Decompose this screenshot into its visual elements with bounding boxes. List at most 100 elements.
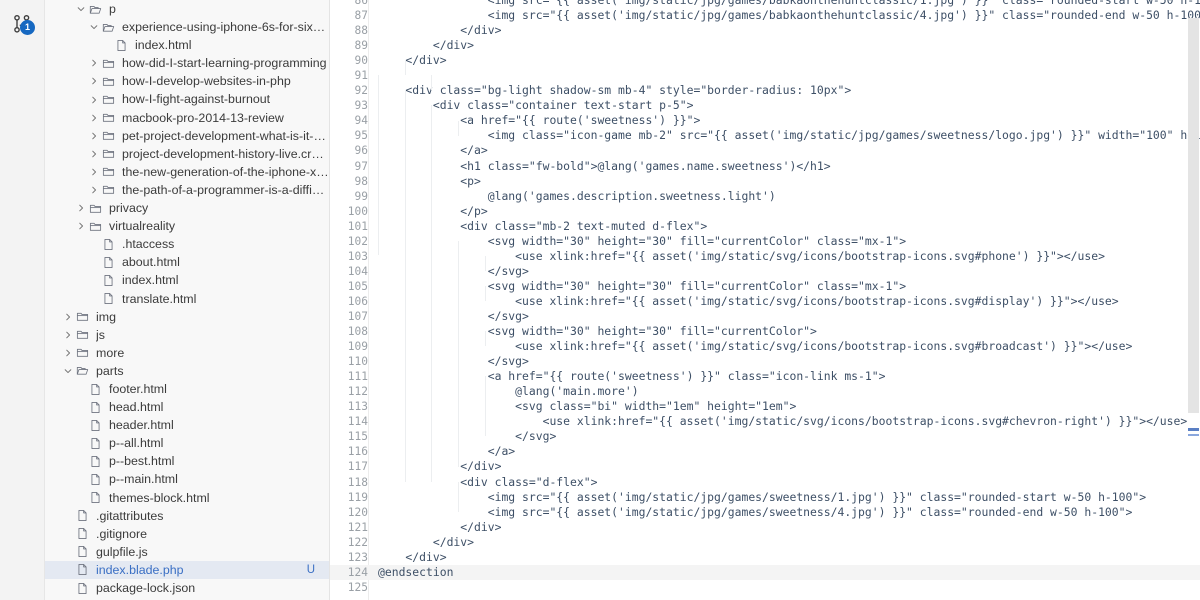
file-tree-item[interactable]: .htaccess: [45, 235, 329, 253]
code-line[interactable]: 113 <svg class="bi" width="1em" height="…: [330, 399, 1200, 414]
folder-icon: [74, 310, 91, 323]
code-line[interactable]: 120 <img src="{{ asset('img/static/jpg/g…: [330, 505, 1200, 520]
file-tree-item[interactable]: head.html: [45, 398, 329, 416]
code-line[interactable]: 102 <svg width="30" height="30" fill="cu…: [330, 234, 1200, 249]
code-line[interactable]: 99 @lang('games.description.sweetness.li…: [330, 189, 1200, 204]
chevron-down-icon[interactable]: [61, 366, 74, 376]
file-tree-item[interactable]: themes-block.html: [45, 489, 329, 507]
code-line[interactable]: 117 </div>: [330, 459, 1200, 474]
code-line[interactable]: 91: [330, 68, 1200, 83]
file-tree-item[interactable]: img: [45, 308, 329, 326]
explorer-sidebar[interactable]: p experience-using-iphone-6s-for-six-mo..…: [45, 0, 330, 600]
file-tree-item[interactable]: privacy: [45, 199, 329, 217]
file-tree-item[interactable]: package-lock.json: [45, 579, 329, 597]
file-tree-item[interactable]: pet-project-development-what-is-it-and..…: [45, 127, 329, 145]
code-line[interactable]: 108 <svg width="30" height="30" fill="cu…: [330, 324, 1200, 339]
chevron-right-icon[interactable]: [87, 95, 100, 105]
code-line[interactable]: 103 <use xlink:href="{{ asset('img/stati…: [330, 249, 1200, 264]
code-line[interactable]: 100 </p>: [330, 204, 1200, 219]
file-tree-item[interactable]: how-I-develop-websites-in-php: [45, 72, 329, 90]
file-tree-item[interactable]: how-I-fight-against-burnout: [45, 90, 329, 108]
chevron-right-icon[interactable]: [87, 185, 100, 195]
code-line[interactable]: 112 @lang('main.more'): [330, 384, 1200, 399]
code-line[interactable]: 116 </a>: [330, 444, 1200, 459]
file-tree[interactable]: p experience-using-iphone-6s-for-six-mo..…: [45, 0, 329, 597]
code-line[interactable]: 119 <img src="{{ asset('img/static/jpg/g…: [330, 490, 1200, 505]
file-tree-item[interactable]: parts: [45, 362, 329, 380]
code-content[interactable]: 86 <img src="{{ asset('img/static/jpg/ga…: [330, 0, 1200, 600]
code-line[interactable]: 105 <svg width="30" height="30" fill="cu…: [330, 279, 1200, 294]
chevron-right-icon[interactable]: [87, 149, 100, 159]
chevron-right-icon[interactable]: [74, 221, 87, 231]
code-line[interactable]: 111 <a href="{{ route('sweetness') }}" c…: [330, 369, 1200, 384]
code-line[interactable]: 98 <p>: [330, 174, 1200, 189]
code-line-text: @lang('main.more'): [378, 384, 639, 399]
file-tree-item[interactable]: the-path-of-a-programmer-is-a-difficult.…: [45, 181, 329, 199]
file-tree-item[interactable]: experience-using-iphone-6s-for-six-mo...: [45, 18, 329, 36]
file-tree-item[interactable]: .gitignore: [45, 525, 329, 543]
file-tree-item[interactable]: footer.html: [45, 380, 329, 398]
code-line[interactable]: 97 <h1 class="fw-bold">@lang('games.name…: [330, 159, 1200, 174]
file-tree-item[interactable]: p--all.html: [45, 434, 329, 452]
code-line[interactable]: 114 <use xlink:href="{{ asset('img/stati…: [330, 414, 1200, 429]
code-line[interactable]: 109 <use xlink:href="{{ asset('img/stati…: [330, 339, 1200, 354]
chevron-right-icon[interactable]: [87, 76, 100, 86]
editor-vertical-scrollbar[interactable]: [1186, 0, 1200, 600]
file-tree-item[interactable]: macbook-pro-2014-13-review: [45, 109, 329, 127]
chevron-down-icon[interactable]: [74, 4, 87, 14]
code-line[interactable]: 92 <div class="bg-light shadow-sm mb-4" …: [330, 83, 1200, 98]
file-tree-item[interactable]: project-development-history-live.creago.…: [45, 145, 329, 163]
code-line-text: <div class="d-flex">: [378, 474, 598, 489]
file-tree-item[interactable]: p--best.html: [45, 452, 329, 470]
file-tree-item[interactable]: js: [45, 326, 329, 344]
chevron-right-icon[interactable]: [87, 113, 100, 123]
file-tree-item[interactable]: more: [45, 344, 329, 362]
file-tree-item[interactable]: header.html: [45, 416, 329, 434]
code-line[interactable]: 125: [330, 580, 1200, 595]
file-tree-item[interactable]: p: [45, 0, 329, 18]
code-line[interactable]: 121 </div>: [330, 520, 1200, 535]
code-line[interactable]: 123 </div>: [330, 550, 1200, 565]
code-line[interactable]: 94 <a href="{{ route('sweetness') }}">: [330, 113, 1200, 128]
file-tree-item[interactable]: .gitattributes: [45, 507, 329, 525]
chevron-down-icon[interactable]: [87, 22, 100, 32]
file-tree-item[interactable]: virtualreality: [45, 217, 329, 235]
code-line[interactable]: 115 </svg>: [330, 429, 1200, 444]
code-line[interactable]: 124 @endsection: [330, 564, 1200, 580]
code-line[interactable]: 101 <div class="mb-2 text-muted d-flex">: [330, 219, 1200, 234]
code-line[interactable]: 90 </div>: [330, 53, 1200, 68]
chevron-right-icon[interactable]: [61, 330, 74, 340]
file-tree-item[interactable]: translate.html: [45, 290, 329, 308]
code-line[interactable]: 86 <img src="{{ asset('img/static/jpg/ga…: [330, 0, 1200, 8]
chevron-right-icon[interactable]: [87, 58, 100, 68]
scrollbar-thumb[interactable]: [1188, 18, 1199, 413]
code-line[interactable]: 87 <img src="{{ asset('img/static/jpg/ga…: [330, 8, 1200, 23]
chevron-right-icon[interactable]: [87, 167, 100, 177]
code-line[interactable]: 104 </svg>: [330, 264, 1200, 279]
code-line[interactable]: 95 <img class="icon-game mb-2" src="{{ a…: [330, 128, 1200, 143]
code-line[interactable]: 88 </div>: [330, 23, 1200, 38]
code-line[interactable]: 110 </svg>: [330, 354, 1200, 369]
file-tree-item-selected[interactable]: index.blade.php U: [45, 560, 329, 579]
file-tree-item[interactable]: p--main.html: [45, 470, 329, 488]
code-line[interactable]: 93 <div class="container text-start p-5"…: [330, 98, 1200, 113]
code-editor[interactable]: 86 <img src="{{ asset('img/static/jpg/ga…: [330, 0, 1200, 600]
code-line[interactable]: 107 </svg>: [330, 309, 1200, 324]
code-line[interactable]: 118 <div class="d-flex">: [330, 475, 1200, 490]
file-tree-item[interactable]: about.html: [45, 253, 329, 271]
file-tree-item[interactable]: index.html: [45, 271, 329, 289]
file-icon: [87, 419, 104, 432]
code-line[interactable]: 89 </div>: [330, 38, 1200, 53]
chevron-right-icon[interactable]: [61, 348, 74, 358]
chevron-right-icon[interactable]: [87, 131, 100, 141]
code-line[interactable]: 122 </div>: [330, 535, 1200, 550]
chevron-right-icon[interactable]: [74, 203, 87, 213]
chevron-right-icon[interactable]: [61, 312, 74, 322]
file-tree-item[interactable]: how-did-I-start-learning-programming: [45, 54, 329, 72]
code-line[interactable]: 106 <use xlink:href="{{ asset('img/stati…: [330, 294, 1200, 309]
file-tree-item[interactable]: the-new-generation-of-the-iphone-xr-d...: [45, 163, 329, 181]
line-number: 92: [354, 84, 368, 98]
file-tree-item[interactable]: index.html: [45, 36, 329, 54]
code-line[interactable]: 96 </a>: [330, 143, 1200, 158]
file-tree-item[interactable]: gulpfile.js: [45, 543, 329, 561]
